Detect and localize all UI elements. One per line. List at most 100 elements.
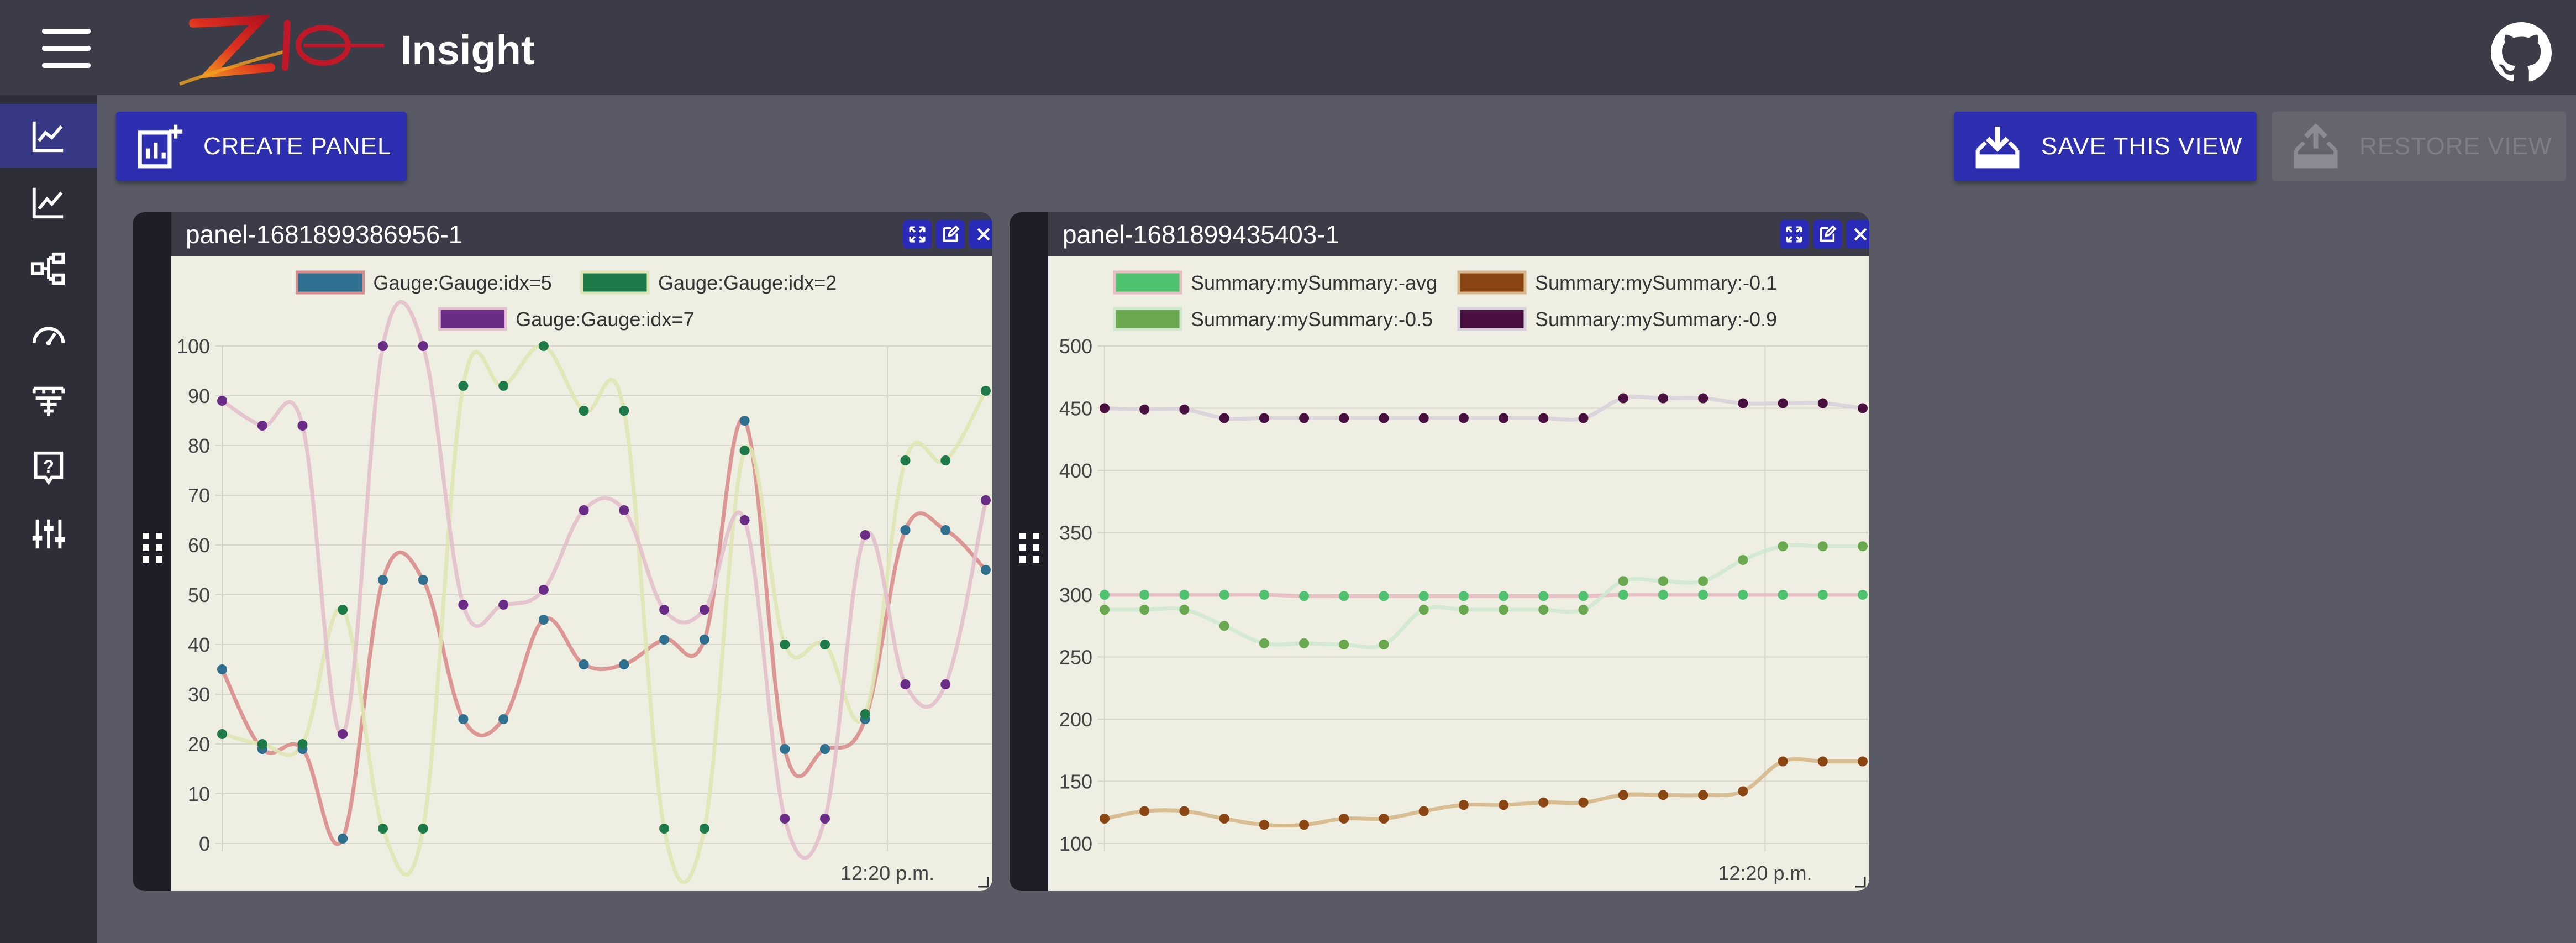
- github-icon[interactable]: [2491, 22, 2552, 83]
- data-point: [1538, 591, 1549, 601]
- data-point: [1538, 413, 1549, 423]
- zio-logo: [179, 15, 384, 86]
- chart-area: 100 150 200 250 300 350 400 450 500 12:20 p.m. Sum…: [1048, 256, 1869, 891]
- resize-handle-icon[interactable]: [977, 876, 989, 888]
- data-point: [1817, 398, 1828, 408]
- data-point: [1778, 590, 1788, 600]
- restore-view-label: RESTORE VIEW: [2359, 133, 2552, 160]
- y-tick-label: 60: [188, 534, 210, 557]
- save-view-button[interactable]: SAVE THIS VIEW: [1954, 112, 2257, 181]
- legend-swatch: [580, 270, 650, 295]
- expand-icon: [909, 226, 926, 243]
- edit-button[interactable]: [936, 220, 965, 249]
- create-panel-button[interactable]: CREATE PANEL: [116, 112, 407, 181]
- data-point: [1179, 806, 1190, 816]
- data-point: [217, 729, 227, 739]
- close-button[interactable]: [969, 220, 992, 249]
- data-point: [739, 515, 750, 525]
- data-point: [1738, 398, 1748, 408]
- drag-handle-icon[interactable]: [143, 533, 162, 563]
- data-point: [257, 421, 267, 431]
- data-point: [1618, 790, 1628, 800]
- data-point: [1698, 790, 1708, 800]
- expand-button[interactable]: [1780, 220, 1809, 249]
- tree-diagram-icon: [32, 386, 65, 416]
- data-point: [780, 640, 790, 649]
- data-point: [1219, 413, 1229, 423]
- drag-handle-icon[interactable]: [1019, 533, 1039, 563]
- legend-swatch: [1113, 270, 1182, 295]
- help-icon: ?: [34, 451, 64, 485]
- data-point: [338, 834, 348, 844]
- edit-button[interactable]: [1813, 220, 1842, 249]
- data-point: [1658, 790, 1668, 800]
- sidebar-item-hierarchy[interactable]: [0, 237, 97, 301]
- data-point: [458, 381, 469, 391]
- data-point: [1817, 756, 1828, 767]
- legend-label: Summary:mySummary:-0.1: [1535, 271, 1777, 294]
- data-point: [579, 505, 589, 515]
- line-chart[interactable]: 100 150 200 250 300 350 400 450 500 12:20 p.m. Sum…: [1048, 256, 1869, 891]
- data-point: [338, 729, 348, 739]
- menu-icon[interactable]: [42, 29, 91, 69]
- data-point: [1100, 605, 1110, 615]
- data-point: [418, 824, 428, 834]
- hierarchy-icon: [30, 252, 65, 285]
- series-line: [220, 417, 987, 846]
- data-point: [1299, 413, 1310, 423]
- chart-area: 0 10 20 30 40 50 60 70 80 90 100 12:20 p.m. Gauge:Ga…: [171, 256, 992, 891]
- data-point: [338, 605, 348, 615]
- sidebar-item-line-chart[interactable]: [0, 104, 97, 168]
- data-point: [498, 714, 509, 724]
- restore-view-button[interactable]: RESTORE VIEW: [2272, 112, 2566, 181]
- data-point: [1538, 605, 1549, 615]
- sidebar-item-line-chart-2[interactable]: [0, 170, 97, 234]
- data-point: [498, 381, 509, 391]
- y-tick-label: 300: [1059, 584, 1092, 606]
- download-icon: [1975, 127, 2020, 169]
- data-point: [1299, 638, 1310, 648]
- x-tick-label: 12:20 p.m.: [840, 862, 934, 884]
- y-tick-label: 0: [199, 832, 210, 855]
- line-chart-icon: [32, 187, 64, 219]
- data-point: [1458, 413, 1469, 423]
- sidebar-item-gauge[interactable]: [0, 303, 97, 367]
- close-icon: [1854, 228, 1867, 241]
- data-point: [1259, 638, 1269, 648]
- data-point: [1499, 605, 1509, 615]
- legend-label: Summary:mySummary:-0.9: [1535, 308, 1777, 331]
- data-point: [1179, 590, 1190, 600]
- data-point: [1458, 591, 1469, 601]
- data-point: [579, 406, 589, 416]
- app-title: Insight: [401, 27, 535, 73]
- data-point: [659, 824, 670, 834]
- sliders-icon: [32, 519, 65, 549]
- legend-label: Gauge:Gauge:idx=5: [374, 271, 552, 294]
- line-chart[interactable]: 0 10 20 30 40 50 60 70 80 90 100 12:20 p.m. Gauge:Ga…: [171, 256, 992, 891]
- resize-handle-icon[interactable]: [1854, 876, 1866, 888]
- sidebar-item-help[interactable]: ?: [0, 436, 97, 500]
- data-point: [1179, 605, 1190, 615]
- data-point: [1578, 591, 1589, 601]
- close-button[interactable]: [1846, 220, 1869, 249]
- data-point: [1100, 814, 1110, 824]
- data-point: [619, 659, 629, 669]
- y-tick-label: 20: [188, 733, 210, 756]
- data-point: [780, 814, 790, 824]
- edit-icon: [1820, 225, 1837, 242]
- data-point: [1458, 605, 1469, 615]
- upload-icon: [2294, 123, 2338, 169]
- data-point: [1379, 640, 1389, 649]
- data-point: [1499, 591, 1509, 601]
- data-point: [1738, 590, 1748, 600]
- sidebar-item-settings[interactable]: [0, 502, 97, 566]
- expand-button[interactable]: [903, 220, 932, 249]
- create-panel-label: CREATE PANEL: [203, 133, 392, 160]
- sidebar-item-tree[interactable]: [0, 369, 97, 433]
- expand-icon: [1786, 226, 1802, 243]
- y-tick-label: 150: [1059, 771, 1092, 793]
- data-point: [1618, 576, 1628, 586]
- legend-label: Summary:mySummary:-0.5: [1191, 308, 1433, 331]
- data-point: [1618, 590, 1628, 600]
- y-tick-label: 100: [177, 335, 210, 358]
